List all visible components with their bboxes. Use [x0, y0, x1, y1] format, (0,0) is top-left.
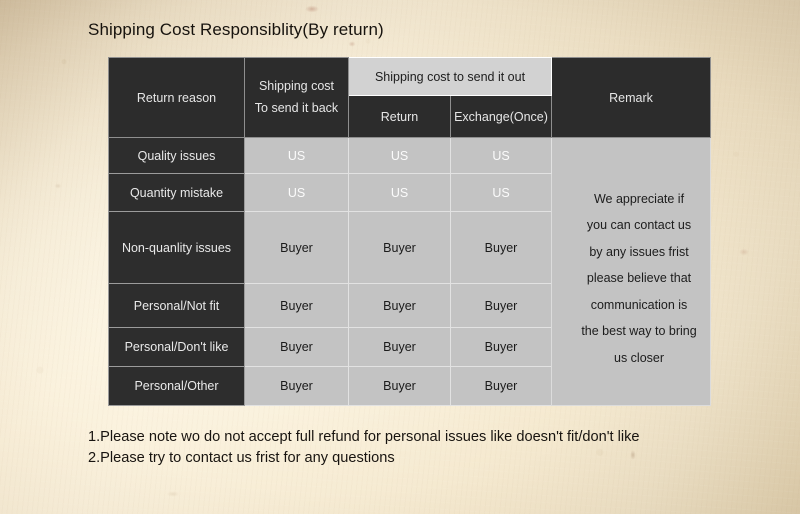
row-exchange-value: Buyer: [449, 366, 553, 406]
header-sub-return-label: Return: [380, 109, 419, 124]
table-header-row-1: Return reason Shipping cost To send it b…: [108, 57, 712, 138]
header-sub-exchange-label: Exchange(Once): [454, 109, 548, 124]
row-reason: Personal/Other: [108, 366, 245, 406]
header-shipping-cost-send-out: Shipping cost to send it out: [347, 57, 553, 96]
remark-line: us closer: [614, 350, 665, 365]
row-exchange-value: US: [449, 173, 553, 212]
remark-line: please believe that: [586, 271, 692, 286]
row-reason-label: Quality issues: [137, 148, 216, 163]
row-exchange-value: US: [449, 137, 553, 174]
header-return-reason-label: Return reason: [136, 90, 217, 105]
header-sub-exchange: Exchange(Once): [449, 95, 553, 138]
remark-line: the best way to bring: [581, 324, 697, 339]
footer-note-1: 1.Please note wo do not accept full refu…: [88, 429, 640, 445]
row-return-value: Buyer: [348, 366, 451, 406]
row-exchange-value: Buyer: [449, 211, 553, 284]
header-return-reason: Return reason: [108, 57, 245, 138]
row-exchange-value: Buyer: [449, 283, 553, 328]
header-remark-label: Remark: [609, 90, 653, 105]
header-shipping-cost-send-out-label: Shipping cost to send it out: [374, 69, 526, 84]
shipping-cost-responsibility-table: Return reason Shipping cost To send it b…: [108, 57, 712, 406]
row-send-back-value: US: [244, 137, 349, 174]
footer-notes: 1.Please note wo do not accept full refu…: [88, 427, 640, 468]
remark-line: We appreciate if: [593, 191, 685, 206]
row-return-value: Buyer: [348, 211, 451, 284]
row-send-back-value: Buyer: [244, 283, 349, 328]
header-shipping-cost-line1: Shipping cost: [258, 78, 335, 93]
header-remark: Remark: [551, 57, 712, 138]
page-title: Shipping Cost Responsiblity(By return): [88, 20, 384, 39]
row-reason: Quality issues: [108, 137, 245, 174]
row-reason: Personal/Not fit: [108, 283, 245, 328]
row-reason: Personal/Don't like: [108, 327, 245, 367]
row-send-back-value: Buyer: [244, 211, 349, 284]
row-return-value: Buyer: [348, 283, 451, 328]
footer-note-2: 2.Please try to contact us frist for any…: [88, 449, 395, 466]
row-send-back-value: Buyer: [244, 366, 349, 406]
row-reason-label: Non-quanlity issues: [121, 240, 232, 255]
row-return-value: Buyer: [348, 327, 451, 367]
row-reason-label: Quantity mistake: [129, 185, 224, 200]
row-reason-label: Personal/Not fit: [133, 298, 220, 313]
remark-line: you can contact us: [586, 218, 692, 233]
row-reason-label: Personal/Don't like: [124, 340, 229, 354]
header-shipping-cost-line2: To send it back: [254, 100, 339, 115]
remark-cell: We appreciate if you can contact us by a…: [551, 137, 712, 406]
row-reason: Non-quanlity issues: [108, 211, 245, 284]
row-return-value: US: [348, 137, 451, 174]
row-return-value: US: [348, 173, 451, 212]
remark-line: by any issues frist: [589, 244, 689, 259]
row-reason: Quantity mistake: [108, 173, 245, 212]
header-sub-return: Return: [348, 95, 451, 138]
row-exchange-value: Buyer: [449, 327, 553, 367]
page-root: Shipping Cost Responsiblity(By return) R…: [0, 0, 800, 514]
remark-line: communication is: [590, 297, 688, 312]
header-shipping-cost-send-back: Shipping cost To send it back: [244, 57, 349, 138]
row-send-back-value: Buyer: [244, 327, 349, 367]
table-row: Quality issues US US US We appreciate if…: [108, 137, 712, 406]
row-reason-label: Personal/Other: [134, 379, 219, 393]
remark-text-block: We appreciate if you can contact us by a…: [552, 172, 710, 372]
row-send-back-value: US: [244, 173, 349, 212]
